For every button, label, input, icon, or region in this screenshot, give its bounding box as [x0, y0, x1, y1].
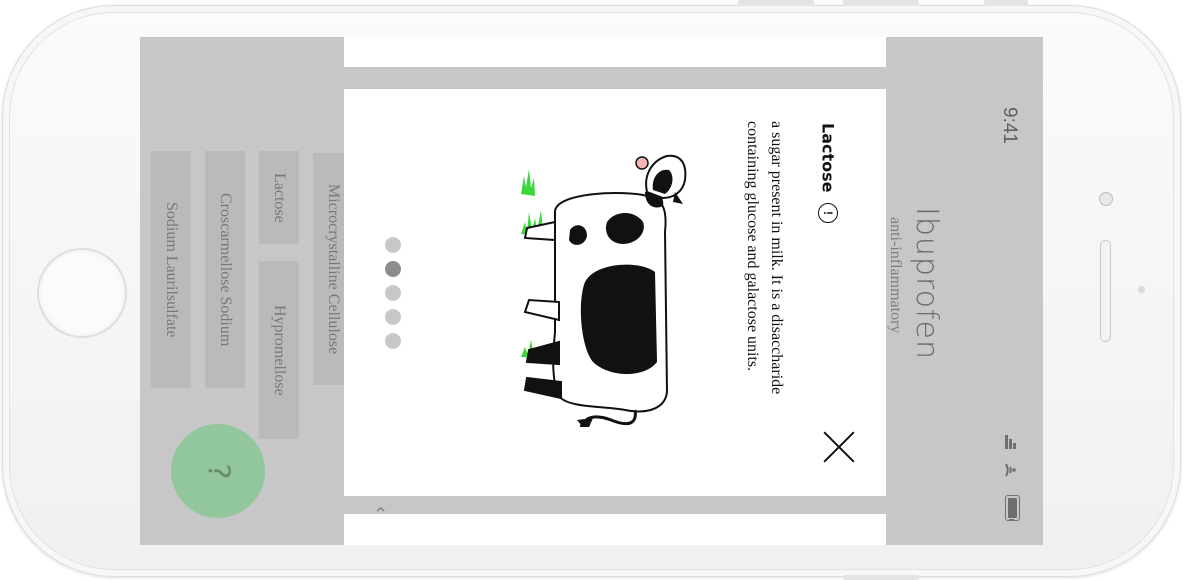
ingredient-chip[interactable]: Croscarmellose Sodium: [205, 151, 245, 388]
modal-divider-bottom: [344, 496, 886, 514]
speaker-grille: [1100, 240, 1111, 342]
term-title: Lactose: [818, 123, 838, 193]
term-header: Lactose !: [818, 123, 838, 223]
ingredient-chip[interactable]: Hypromellose: [259, 261, 299, 439]
info-icon[interactable]: !: [818, 202, 838, 223]
wifi-icon: [1004, 462, 1020, 478]
pagination-dot[interactable]: [385, 309, 401, 325]
signal-icon: [1013, 443, 1016, 449]
pagination-dot-active[interactable]: [385, 261, 401, 277]
cow-icon: [515, 152, 690, 432]
front-camera-icon: [1099, 192, 1113, 206]
proximity-sensor: [1138, 286, 1145, 293]
screen: 9:41 Ibuprofen anti-inflammatory Microcr…: [140, 37, 1043, 545]
phone-side-button: [738, 0, 814, 6]
close-icon[interactable]: [823, 431, 855, 463]
drug-subtitle: anti-inflammatory: [887, 217, 904, 334]
ingredient-chip[interactable]: Lactose: [259, 151, 299, 244]
phone-side-button: [843, 575, 919, 580]
phone-side-button: [843, 0, 919, 6]
ingredient-chip[interactable]: Sodium Laurilsulfate: [151, 151, 191, 388]
pagination-dots: [385, 237, 401, 349]
pagination-dot[interactable]: [385, 333, 401, 349]
status-time: 9:41: [999, 107, 1020, 144]
drug-title: Ibuprofen: [909, 207, 944, 361]
battery-tip: [1009, 519, 1014, 521]
pagination-dot[interactable]: [385, 237, 401, 253]
home-button[interactable]: [37, 248, 127, 338]
term-definition: a sugar present in milk. It is a disacch…: [744, 121, 785, 395]
chevron-left-icon[interactable]: ‹: [371, 507, 392, 513]
signal-icon: [1009, 439, 1012, 449]
question-mark-icon: ?: [200, 463, 236, 479]
modal-divider-top: [344, 67, 886, 89]
battery-icon: [1005, 495, 1020, 521]
help-button[interactable]: ?: [171, 424, 265, 518]
signal-icon: [1005, 435, 1008, 449]
pagination-dot[interactable]: [385, 285, 401, 301]
phone-side-button: [984, 0, 1028, 6]
